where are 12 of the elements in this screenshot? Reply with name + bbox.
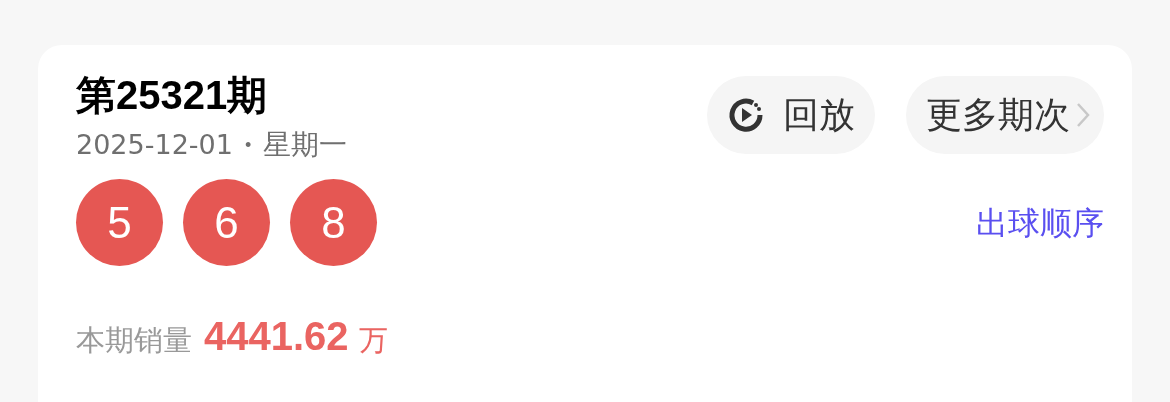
weekday: 星期一: [263, 128, 348, 162]
replay-button[interactable]: 回放: [707, 76, 875, 154]
more-draws-button[interactable]: 更多期次: [906, 76, 1104, 154]
draw-order-link[interactable]: 出球顺序: [976, 198, 1104, 247]
sales-label: 本期销量: [76, 323, 192, 358]
draw-title: 第25321期: [76, 72, 269, 119]
sales-unit: 万: [358, 323, 388, 358]
replay-icon: [727, 96, 765, 134]
sales-value: 4441.62: [204, 313, 349, 360]
draw-date: 2025-12-01: [76, 128, 233, 162]
separator-dot: •: [244, 134, 252, 157]
chevron-icon: [1076, 102, 1090, 128]
